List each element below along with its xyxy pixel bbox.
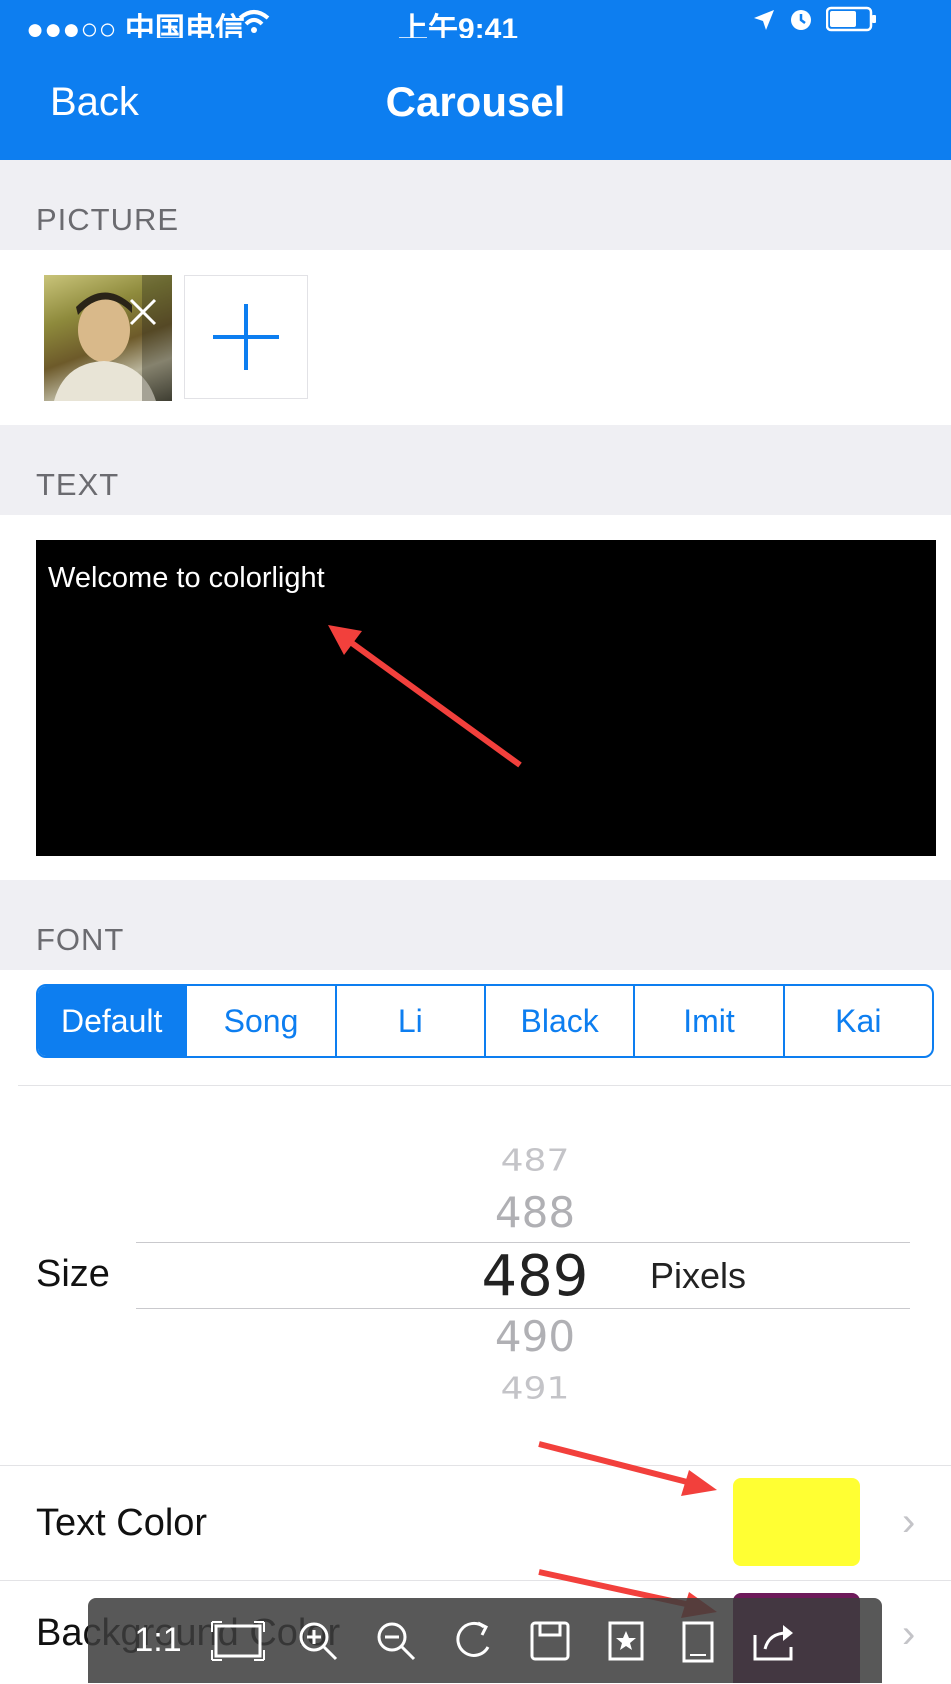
preview-text: Welcome to colorlight: [48, 562, 325, 594]
size-option: 488: [494, 1188, 576, 1237]
share-button[interactable]: [744, 1598, 804, 1683]
chevron-right-icon: ›: [902, 1500, 916, 1544]
save-icon: [530, 1621, 570, 1660]
fit-screen-button[interactable]: [208, 1598, 268, 1683]
chevron-right-icon: ›: [902, 1612, 916, 1656]
text-section-header: TEXT: [0, 425, 951, 515]
font-option-kai[interactable]: Kai: [782, 986, 932, 1056]
picker-selection-bottom: [136, 1308, 910, 1309]
zoom-out-button[interactable]: [366, 1598, 426, 1683]
font-section-label: FONT: [36, 922, 125, 957]
font-option-default[interactable]: Default: [38, 986, 186, 1056]
font-option-black[interactable]: Black: [483, 986, 633, 1056]
actual-size-button[interactable]: 1:1: [128, 1598, 188, 1683]
viewer-toolbar: 1:1: [88, 1598, 882, 1683]
device-view-button[interactable]: [668, 1598, 728, 1683]
zoom-in-button[interactable]: [288, 1598, 348, 1683]
navigation-bar: Back Carousel: [0, 38, 951, 160]
annotation-arrow: [328, 625, 522, 768]
favorite-button[interactable]: [596, 1598, 656, 1683]
annotation-arrow: [538, 1441, 717, 1496]
text-color-swatch[interactable]: [733, 1478, 860, 1566]
font-option-imit[interactable]: Imit: [633, 986, 782, 1056]
wifi-icon: [238, 10, 270, 33]
portrait-image: [54, 275, 172, 401]
size-option: 487: [500, 1143, 570, 1178]
zoom-out-icon: [377, 1622, 416, 1660]
fit-screen-icon: [211, 1620, 265, 1661]
size-option: 491: [500, 1371, 570, 1406]
add-picture-button[interactable]: [184, 275, 308, 399]
divider: [18, 1085, 951, 1086]
share-icon: [753, 1624, 793, 1660]
picture-section-label: PICTURE: [36, 202, 180, 237]
rotate-icon: [456, 1621, 490, 1657]
battery-icon: [826, 6, 876, 32]
plus-icon: [213, 304, 279, 370]
text-color-label: Text Color: [36, 1502, 208, 1544]
status-bar: ●●●○○ 中国电信 上午9:41: [0, 0, 951, 46]
remove-picture-icon[interactable]: [126, 295, 160, 329]
picture-thumbnail[interactable]: [44, 275, 172, 401]
zoom-in-icon: [299, 1622, 338, 1660]
picture-section-header: PICTURE: [0, 160, 951, 250]
font-section-header: FONT: [0, 880, 951, 970]
tablet-icon: [682, 1621, 714, 1662]
page-title: Carousel: [385, 78, 566, 125]
rotate-button[interactable]: [444, 1598, 504, 1683]
bookmark-star-icon: [608, 1621, 644, 1660]
picker-selection-top: [136, 1242, 910, 1243]
font-option-li[interactable]: Li: [334, 986, 484, 1056]
size-option: 490: [494, 1312, 576, 1361]
location-icon: [754, 10, 774, 30]
size-unit-label: Pixels: [650, 1255, 747, 1296]
font-option-song[interactable]: Song: [185, 986, 334, 1056]
size-label: Size: [36, 1253, 110, 1295]
text-section-label: TEXT: [36, 467, 120, 502]
font-segmented-control: Default Song Li Black Imit Kai: [36, 984, 934, 1058]
save-button[interactable]: [520, 1598, 580, 1683]
size-selected: 489: [481, 1244, 589, 1309]
alarm-icon: [791, 10, 811, 30]
